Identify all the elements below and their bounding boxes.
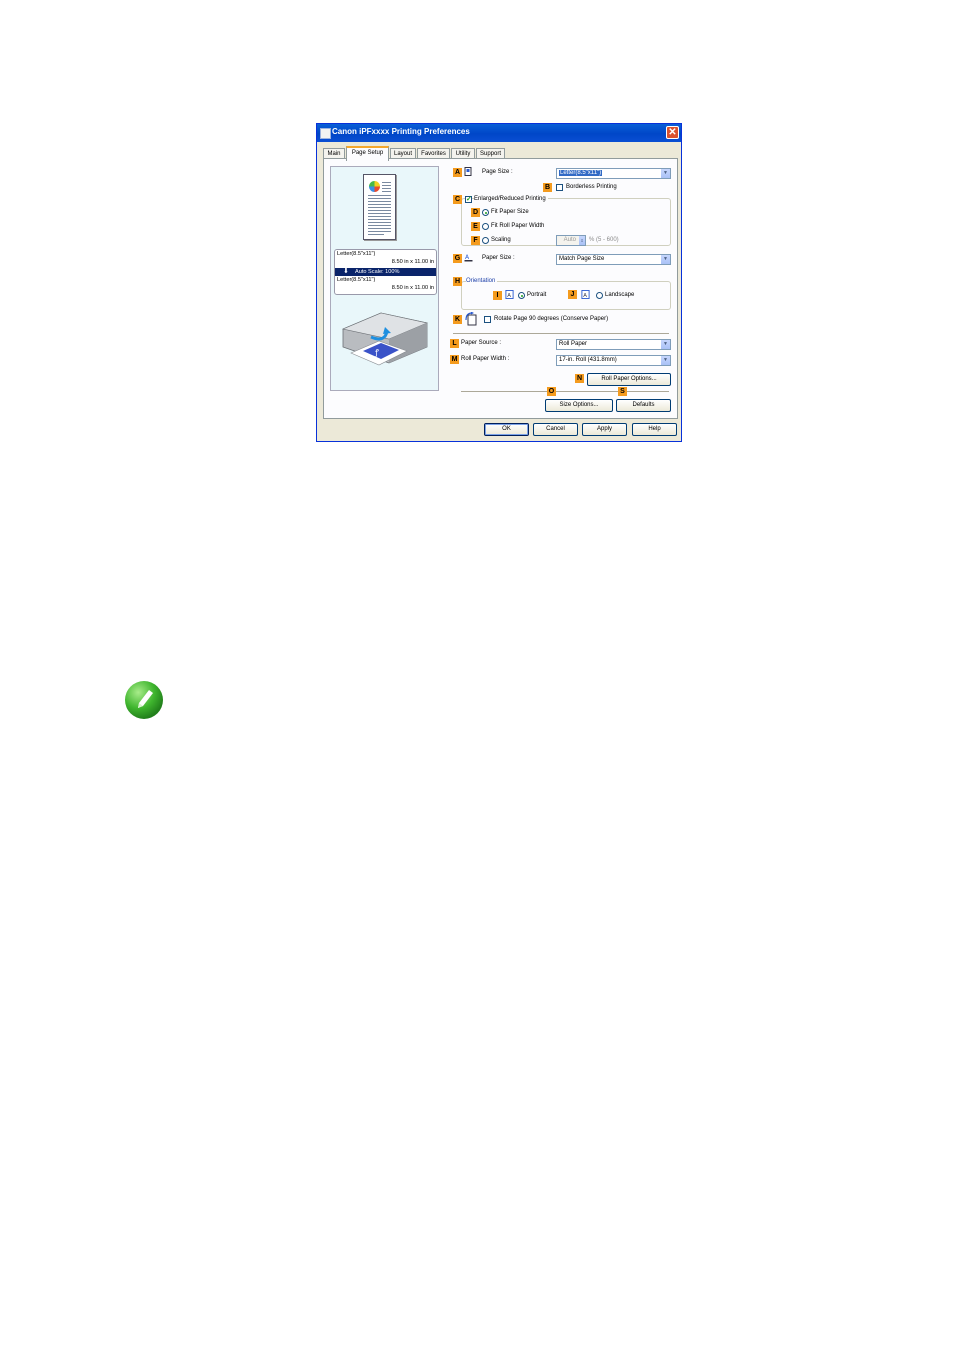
paper-source-value: Roll Paper [559,341,588,347]
divider [453,333,669,334]
page-size-value: Letter(8.5"x11") [559,170,603,176]
page-size-icon [464,167,472,176]
close-button[interactable]: ✕ [666,126,679,139]
fit-paper-size-radio[interactable] [482,209,489,216]
defaults-button[interactable]: Defaults [616,399,671,412]
divider [461,391,669,392]
rotate-page-icon [465,312,477,326]
portrait-radio[interactable] [518,292,525,299]
fit-roll-width-radio[interactable] [482,223,489,230]
original-dimensions: 8.50 in x 11.00 in [391,259,434,265]
original-size-label: Letter(8.5"x11") [337,251,376,257]
ok-button[interactable]: OK [484,423,529,436]
badge-c: C [453,195,462,204]
portrait-icon: A [505,290,514,299]
paper-size-icon: A [464,254,473,262]
auto-scale-row: ⬇ Auto Scale: 100% [335,268,436,276]
output-dimensions: 8.50 in x 11.00 in [391,285,434,291]
landscape-label: Landscape [605,292,635,298]
svg-text:ꝭ: ꝭ [374,348,379,357]
portrait-label: Portrait [527,292,547,298]
tab-page-setup[interactable]: Page Setup [346,146,389,161]
badge-a: A [453,168,462,177]
roll-paper-options-button[interactable]: Roll Paper Options... [587,373,671,386]
apply-button[interactable]: Apply [582,423,627,436]
badge-d: D [471,208,480,217]
badge-o: O [547,387,556,396]
page-size-label: Page Size : [482,169,513,175]
page-size-dropdown[interactable]: Letter(8.5"x11") ▼ [556,168,671,179]
scaling-label: Scaling [491,237,511,243]
fit-paper-size-label: Fit Paper Size [491,209,529,215]
scaling-spinbox[interactable]: Auto ⇕ [556,235,586,246]
rotate-page-label: Rotate Page 90 degrees (Conserve Paper) [494,316,609,322]
paper-size-label: Paper Size : [482,255,515,261]
title-bar[interactable]: Canon iPFxxxx Printing Preferences ✕ [317,124,681,142]
page-setup-panel: Letter(8.5"x11") 8.50 in x 11.00 in ⬇ Au… [323,158,678,419]
roll-width-value: 17-in. Roll (431.8mm) [559,357,617,363]
preview-pane: Letter(8.5"x11") 8.50 in x 11.00 in ⬇ Au… [330,166,439,391]
scaling-value: Auto [563,237,576,243]
landscape-radio[interactable] [596,292,603,299]
badge-b: B [543,183,552,192]
landscape-icon: A [581,290,590,299]
borderless-label: Borderless Printing [566,184,617,190]
svg-text:A: A [583,293,587,299]
badge-s: S [618,387,627,396]
roll-width-label: Roll Paper Width : [461,356,510,362]
badge-i: I [493,291,502,300]
paper-size-value: Match Page Size [559,256,605,262]
size-info-box: Letter(8.5"x11") 8.50 in x 11.00 in ⬇ Au… [334,249,437,295]
borderless-checkbox[interactable] [556,184,563,191]
enlarged-checkbox[interactable]: ✓ [465,196,472,203]
fit-roll-width-label: Fit Roll Paper Width [491,223,545,229]
scale-text: Auto Scale: 100% [355,269,400,275]
chevron-down-icon[interactable]: ▼ [661,255,670,264]
spin-arrows-icon[interactable]: ⇕ [579,236,585,245]
paper-source-label: Paper Source : [461,340,502,346]
badge-k: K [453,315,462,324]
chevron-down-icon[interactable]: ▼ [661,356,670,365]
cancel-button[interactable]: Cancel [533,423,578,436]
orientation-label: Orientation [466,277,498,286]
output-size-label: Letter(8.5"x11") [337,277,376,283]
down-arrow-icon: ⬇ [343,268,349,275]
badge-h: H [453,277,462,286]
window-title: Canon iPFxxxx Printing Preferences [332,127,470,136]
svg-text:A: A [465,254,470,261]
scaling-range: % (5 - 600) [589,237,619,243]
printer-illustration-icon: ꝭ [342,312,428,366]
badge-j: J [568,290,577,299]
svg-text:A: A [507,293,511,299]
paper-source-dropdown[interactable]: Roll Paper ▼ [556,339,671,350]
pencil-note-icon [125,681,163,719]
enlarged-label: Enlarged/Reduced Printing [474,195,548,204]
size-options-button[interactable]: Size Options... [545,399,613,412]
image-thumbnail-icon [369,181,380,192]
badge-f: F [471,236,480,245]
chevron-down-icon[interactable]: ▼ [661,169,670,178]
printer-icon [320,128,331,139]
chevron-down-icon[interactable]: ▼ [661,340,670,349]
page-preview-thumbnail [363,174,396,240]
badge-e: E [471,222,480,231]
badge-m: M [450,355,459,364]
help-button[interactable]: Help [632,423,677,436]
badge-g: G [453,254,462,263]
printing-preferences-dialog: Canon iPFxxxx Printing Preferences ✕ Mai… [316,123,682,442]
rotate-page-checkbox[interactable] [484,316,491,323]
paper-size-dropdown[interactable]: Match Page Size ▼ [556,254,671,265]
badge-l: L [450,339,459,348]
roll-width-dropdown[interactable]: 17-in. Roll (431.8mm) ▼ [556,355,671,366]
badge-n: N [575,374,584,383]
scaling-radio[interactable] [482,237,489,244]
